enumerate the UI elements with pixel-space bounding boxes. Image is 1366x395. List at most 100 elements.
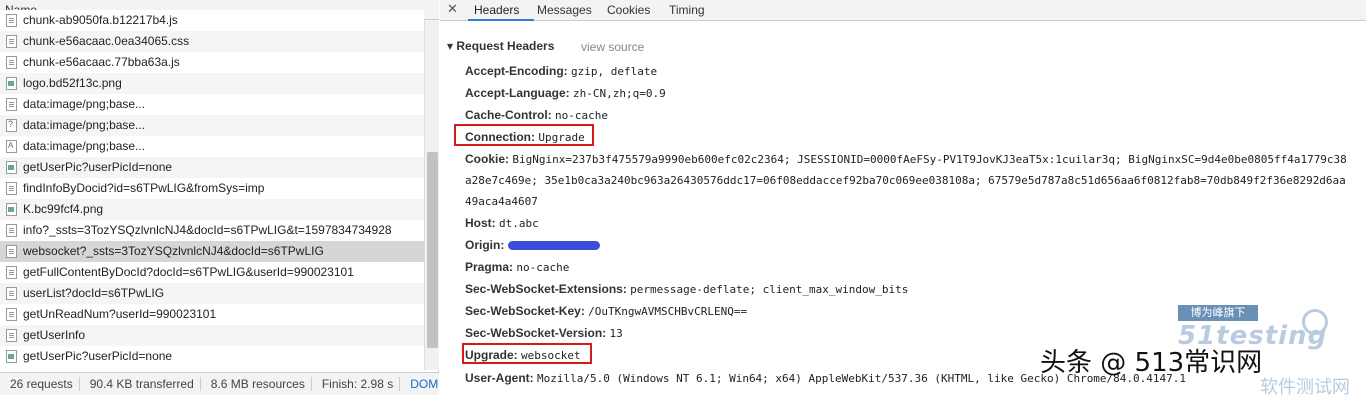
- domcontentloaded-time: DOMC: [410, 377, 439, 391]
- request-name: chunk-e56acaac.77bba63a.js: [23, 55, 180, 69]
- file-icon: [6, 307, 17, 321]
- file-icon: [6, 34, 17, 48]
- header-value: no-cache: [555, 109, 608, 122]
- header-value: dt.abc: [499, 217, 539, 230]
- request-name: chunk-e56acaac.0ea34065.css: [23, 34, 190, 48]
- header-name: Sec-WebSocket-Key:: [465, 304, 585, 318]
- header-name: Origin:: [465, 238, 505, 252]
- request-row[interactable]: userList?docId=s6TPwLIG: [0, 283, 424, 304]
- header-row-cookie: Cookie: BigNginx=237b3f475579a9990eb600e…: [465, 152, 1347, 166]
- request-name: data:image/png;base...: [23, 118, 146, 132]
- image-file-icon: [6, 76, 17, 90]
- request-row[interactable]: data:image/png;base...: [0, 115, 424, 136]
- network-status-bar: 26 requests 90.4 KB transferred 8.6 MB r…: [0, 372, 439, 395]
- header-name: Host:: [465, 216, 496, 230]
- file-icon: [6, 328, 17, 342]
- header-name: Accept-Language:: [465, 86, 570, 100]
- connection-highlight-box: [454, 124, 594, 146]
- request-name: data:image/png;base...: [23, 97, 146, 111]
- details-tab-bar: ✕ Headers Messages Cookies Timing: [440, 0, 1366, 21]
- header-value: no-cache: [516, 261, 570, 274]
- header-name: Pragma:: [465, 260, 514, 274]
- tab-timing[interactable]: Timing: [669, 3, 705, 17]
- active-tab-indicator: [468, 19, 534, 21]
- header-row-accept-encoding: Accept-Encoding: gzip, deflate: [465, 64, 657, 78]
- request-name: getUserPic?userPicId=none: [23, 349, 173, 363]
- request-name: findInfoByDocid?id=s6TPwLIG&fromSys=imp: [23, 181, 265, 195]
- header-name: Cookie:: [465, 152, 510, 166]
- request-row[interactable]: getUnReadNum?userId=990023101: [0, 304, 424, 325]
- request-row[interactable]: data:image/png;base...: [0, 94, 424, 115]
- transferred-size: 90.4 KB transferred: [80, 377, 201, 391]
- request-name: data:image/png;base...: [23, 139, 146, 153]
- cookie-value-continued: a28e7c469e; 35e1b0ca3a240bc963a26430576d…: [465, 174, 1346, 187]
- request-name: getFullContentByDocId?docId=s6TPwLIG&use…: [23, 265, 354, 279]
- file-icon: [6, 265, 17, 279]
- request-row[interactable]: websocket?_ssts=3TozYSQzlvnlcNJ4&docId=s…: [0, 241, 424, 262]
- close-icon[interactable]: ✕: [447, 1, 458, 17]
- file-icon: [6, 223, 17, 237]
- watermark-subtext: 软件测试网: [1260, 377, 1350, 395]
- request-details-panel: ✕ Headers Messages Cookies Timing ▾ Requ…: [440, 0, 1366, 395]
- watermark-badge: 博为峰旗下: [1178, 305, 1258, 321]
- request-row[interactable]: K.bc99fcf4.png: [0, 199, 424, 220]
- header-name: Sec-WebSocket-Extensions:: [465, 282, 627, 296]
- file-icon: [6, 13, 17, 27]
- image-file-icon: [6, 349, 17, 363]
- header-name: User-Agent:: [465, 371, 534, 385]
- header-row-sec-websocket-version: Sec-WebSocket-Version: 13: [465, 326, 623, 340]
- request-row[interactable]: getUserPic?userPicId=none: [0, 346, 424, 367]
- request-row[interactable]: chunk-e56acaac.77bba63a.js: [0, 52, 424, 73]
- request-row[interactable]: getUserPic?userPicId=none: [0, 157, 424, 178]
- header-name: Sec-WebSocket-Version:: [465, 326, 607, 340]
- request-name: K.bc99fcf4.png: [23, 202, 104, 216]
- watermark-circle-icon: [1302, 309, 1328, 335]
- scrollbar-thumb[interactable]: [427, 152, 438, 348]
- header-row-origin: Origin:: [465, 238, 601, 252]
- request-name: getUserPic?userPicId=none: [23, 160, 173, 174]
- file-icon: [6, 55, 17, 69]
- file-icon: [6, 286, 17, 300]
- request-list-scrollbar[interactable]: [424, 20, 439, 370]
- request-row[interactable]: chunk-e56acaac.0ea34065.css: [0, 31, 424, 52]
- header-name: Accept-Encoding:: [465, 64, 568, 78]
- request-count: 26 requests: [0, 377, 80, 391]
- request-row[interactable]: findInfoByDocid?id=s6TPwLIG&fromSys=imp: [0, 178, 424, 199]
- request-name: userList?docId=s6TPwLIG: [23, 286, 165, 300]
- header-row-accept-language: Accept-Language: zh-CN,zh;q=0.9: [465, 86, 666, 100]
- request-row[interactable]: chunk-ab9050fa.b12217b4.js: [0, 10, 424, 31]
- request-name: websocket?_ssts=3TozYSQzlvnlcNJ4&docId=s…: [23, 244, 324, 258]
- request-list: chunk-ab9050fa.b12217b4.js chunk-e56acaac…: [0, 10, 424, 367]
- watermark-text: 头条 @ 513常识网: [1040, 348, 1263, 378]
- request-row[interactable]: getUserInfo: [0, 325, 424, 346]
- tab-cookies[interactable]: Cookies: [607, 3, 650, 17]
- file-icon: [6, 244, 17, 258]
- header-name: Cache-Control:: [465, 108, 552, 122]
- network-request-panel: Name chunk-ab9050fa.b12217b4.jschunk-e56…: [0, 0, 439, 395]
- tab-messages[interactable]: Messages: [537, 3, 592, 17]
- header-row-host: Host: dt.abc: [465, 216, 539, 230]
- finish-time: Finish: 2.98 s: [312, 377, 401, 391]
- request-headers-toggle[interactable]: ▾ Request Headers: [447, 39, 554, 53]
- request-row[interactable]: data:image/png;base...: [0, 136, 424, 157]
- file-icon: [6, 181, 17, 195]
- view-source-link[interactable]: view source: [581, 40, 644, 54]
- request-name: info?_ssts=3TozYSQzlvnlcNJ4&docId=s6TPwL…: [23, 223, 392, 237]
- upgrade-highlight-box: [462, 343, 592, 364]
- tab-headers[interactable]: Headers: [474, 3, 519, 17]
- request-row[interactable]: info?_ssts=3TozYSQzlvnlcNJ4&docId=s6TPwL…: [0, 220, 424, 241]
- header-value: /OuTKngwAVMSCHBvCRLENQ==: [588, 305, 748, 318]
- header-row-cache-control: Cache-Control: no-cache: [465, 108, 608, 122]
- image-file-icon: [6, 202, 17, 216]
- header-row-sec-websocket-extensions: Sec-WebSocket-Extensions: permessage-def…: [465, 282, 908, 296]
- file-icon: [6, 97, 17, 111]
- header-value: zh-CN,zh;q=0.9: [573, 87, 666, 100]
- image-file-icon: [6, 160, 17, 174]
- request-name: getUserInfo: [23, 328, 86, 342]
- request-row[interactable]: logo.bd52f13c.png: [0, 73, 424, 94]
- header-row-pragma: Pragma: no-cache: [465, 260, 569, 274]
- request-row[interactable]: getFullContentByDocId?docId=s6TPwLIG&use…: [0, 262, 424, 283]
- request-name: logo.bd52f13c.png: [23, 76, 122, 90]
- request-name: getUnReadNum?userId=990023101: [23, 307, 217, 321]
- file-icon: [6, 118, 17, 132]
